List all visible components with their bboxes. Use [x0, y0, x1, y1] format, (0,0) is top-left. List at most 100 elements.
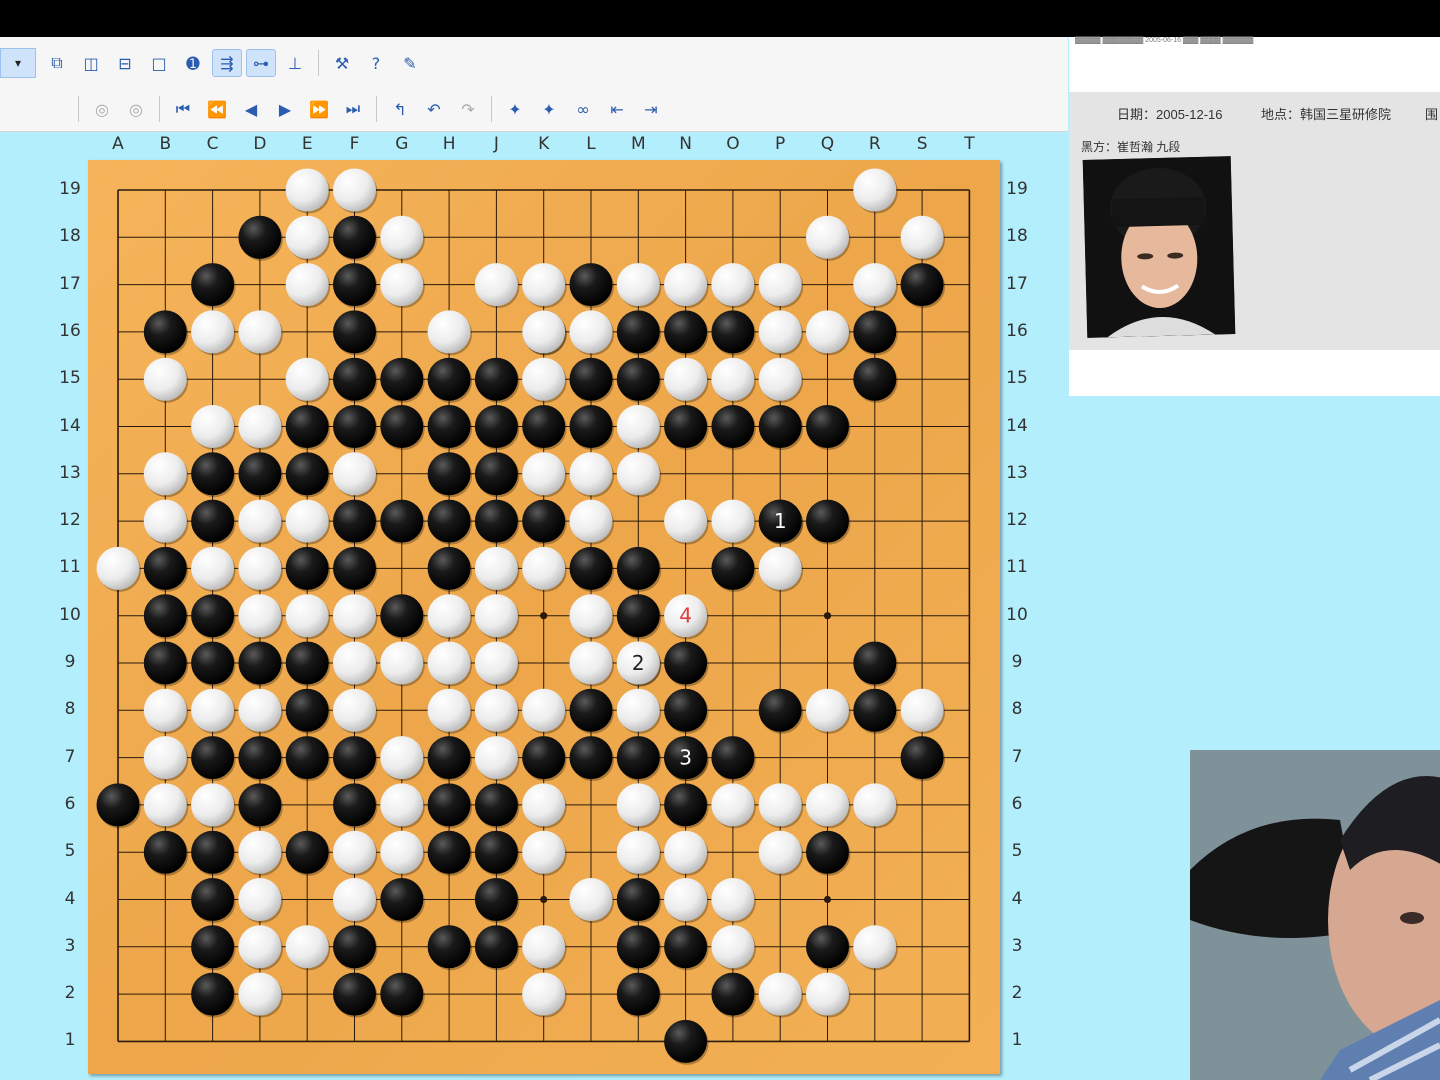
- row-label: 5: [64, 841, 76, 862]
- back-fast-icon[interactable]: ⏪: [202, 95, 232, 123]
- back-icon[interactable]: ◀: [236, 95, 266, 123]
- hint-icon[interactable]: ?: [361, 49, 391, 77]
- white-stone: [616, 783, 660, 827]
- dropdown-arrow-icon[interactable]: ▾: [0, 48, 36, 78]
- black-stone: [616, 357, 660, 401]
- black-stone: [474, 925, 518, 969]
- forward-icon[interactable]: ▶: [270, 95, 300, 123]
- white-stone: [238, 594, 282, 638]
- toolbar-separator: [491, 96, 492, 122]
- redo-icon[interactable]: ↷: [453, 95, 483, 123]
- disc-icon[interactable]: ◎: [87, 95, 117, 123]
- white-stone: [474, 263, 518, 307]
- black-stone: [474, 357, 518, 401]
- black-stone: [427, 405, 471, 448]
- star-point: [823, 612, 832, 620]
- black-stone: [285, 830, 329, 874]
- row-label: 15: [1006, 368, 1028, 389]
- white-stone: [238, 499, 282, 543]
- brush-icon[interactable]: ✎: [395, 49, 425, 77]
- board-canvas[interactable]: 1 2 3 4: [88, 160, 1000, 1074]
- split-vertical-icon[interactable]: ◫: [76, 49, 106, 77]
- white-stone: [238, 830, 282, 874]
- black-stone: [664, 688, 708, 732]
- row-label: 19: [1006, 179, 1028, 199]
- white-stone: [900, 688, 944, 732]
- row-label: 6: [1011, 793, 1023, 814]
- black-stone: [758, 688, 802, 732]
- column-label: M: [630, 134, 646, 154]
- white-stone: [238, 405, 282, 448]
- info-cut-text: 围: [1425, 107, 1439, 122]
- white-stone: [522, 310, 566, 354]
- row-label: 5: [1011, 841, 1023, 862]
- black-stone: [285, 736, 329, 780]
- black-stone: [427, 783, 471, 827]
- black-stone: [427, 499, 471, 543]
- black-stone: [380, 878, 424, 921]
- white-stone: [758, 830, 802, 874]
- black-player: 黑方：崔哲瀚 九段: [1081, 140, 1181, 154]
- undo-icon[interactable]: ↶: [419, 95, 449, 123]
- white-stone: [474, 688, 518, 732]
- column-label: K: [538, 134, 550, 154]
- white-stone: [758, 546, 802, 590]
- import-icon[interactable]: ⇤: [602, 95, 632, 123]
- return-icon[interactable]: ↰: [385, 95, 415, 123]
- first-move-icon[interactable]: ⏮: [168, 95, 198, 123]
- black-stone: [806, 405, 849, 448]
- black-stone: [664, 783, 708, 827]
- branch-icon[interactable]: ⊶: [246, 49, 276, 77]
- search2-icon[interactable]: ✦: [534, 95, 564, 123]
- black-stone: [333, 783, 376, 827]
- last-move-icon[interactable]: ⏭: [338, 95, 368, 123]
- black-stone: [758, 405, 802, 448]
- row-label: 7: [1011, 746, 1023, 767]
- white-stone: [474, 546, 518, 590]
- black-stone: [333, 405, 376, 448]
- white-stone: [474, 736, 518, 780]
- black-stone: [191, 452, 235, 496]
- black-stone: [900, 736, 944, 780]
- white-stone: [806, 215, 849, 259]
- white-stone: [285, 168, 329, 212]
- black-stone: [191, 263, 235, 307]
- white-stone: [333, 168, 376, 212]
- white-stone: [853, 263, 897, 307]
- tree-icon[interactable]: ⊥: [280, 49, 310, 77]
- black-stone: [285, 688, 329, 732]
- black-stone: [380, 405, 424, 448]
- split-horizontal-icon[interactable]: ⊟: [110, 49, 140, 77]
- white-stone: [616, 405, 660, 448]
- white-stone: [191, 783, 235, 827]
- black-stone: [900, 263, 944, 307]
- game-info-panel: ▓▓▓▓▓ ▓▓▓▓▓▓▓▓ 2005-06-16 ▓▓▓ ▓▓▓▓ ▓▓▓▓▓…: [1069, 37, 1440, 396]
- black-stone: [616, 878, 660, 921]
- white-stone: [616, 263, 660, 307]
- game-place: 地点：韩国三星研修院: [1261, 107, 1392, 122]
- white-stone: [238, 310, 282, 354]
- white-stone: [806, 688, 849, 732]
- column-label: C: [206, 134, 219, 154]
- white-stone: [522, 972, 566, 1016]
- white-stone: [333, 830, 376, 874]
- white-stone: [569, 878, 613, 921]
- move-number-icon[interactable]: ➊: [178, 49, 208, 77]
- tools-icon[interactable]: ⚒: [327, 49, 357, 77]
- row-label: 14: [1006, 415, 1028, 436]
- new-window-icon[interactable]: ⧉: [42, 49, 72, 77]
- white-stone: [474, 641, 518, 685]
- forward-fast-icon[interactable]: ⏩: [304, 95, 334, 123]
- white-stone: [191, 405, 235, 448]
- webcam-feed: [1190, 750, 1440, 1080]
- export-icon[interactable]: ⇥: [636, 95, 666, 123]
- blank-board-icon[interactable]: □: [144, 49, 174, 77]
- row-label: 16: [1006, 320, 1028, 341]
- binoculars-icon[interactable]: ∞: [568, 95, 598, 123]
- disc2-icon[interactable]: ◎: [121, 95, 151, 123]
- black-stone: [711, 405, 755, 448]
- variation-icon[interactable]: ⇶: [212, 49, 242, 77]
- white-stone: [522, 452, 566, 496]
- go-board[interactable]: 1 2 3 4: [88, 160, 1000, 1074]
- search-icon[interactable]: ✦: [500, 95, 530, 123]
